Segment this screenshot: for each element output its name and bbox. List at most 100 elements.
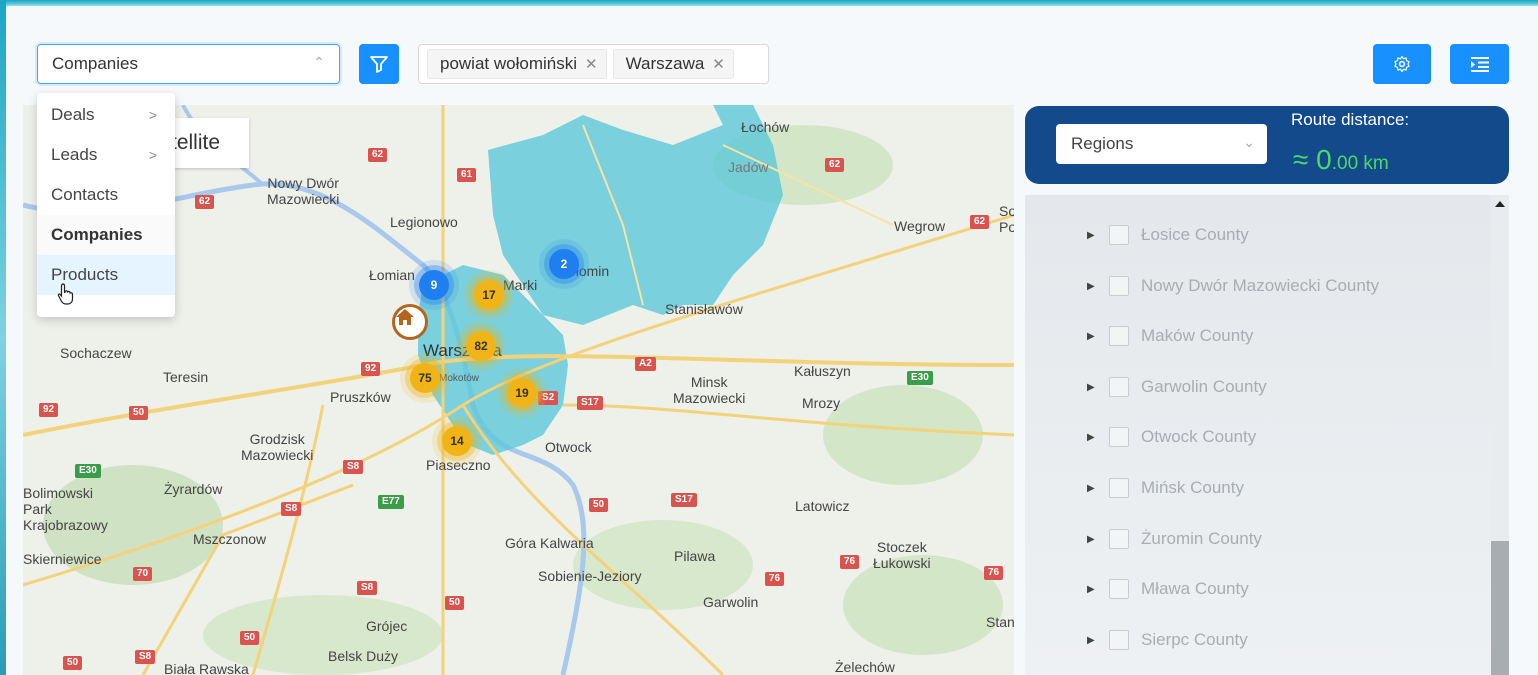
place-label: Nowy Dwór Mazowiecki <box>267 175 340 207</box>
tree-row[interactable]: ▶ Mińsk County <box>1025 473 1495 503</box>
place-label: Garwolin <box>703 594 759 610</box>
road-number-badge: S8 <box>343 460 364 474</box>
tree-row[interactable]: ▶ Łosice County <box>1025 220 1495 250</box>
filter-tag-label: Warszawa <box>625 54 705 73</box>
chevron-right-icon: > <box>148 147 157 163</box>
tree-row[interactable]: ▶ Żuromin County <box>1025 524 1495 554</box>
dropdown-item-label: Leads <box>51 145 98 164</box>
road-number-badge: 61 <box>457 168 477 182</box>
chevron-down-icon: ⌄ <box>1243 134 1255 150</box>
place-label: Pilawa <box>674 548 716 564</box>
expand-caret-icon[interactable]: ▶ <box>1087 432 1095 443</box>
place-label: Grodzisk Mazowiecki <box>241 431 314 463</box>
place-label: Sochaczew <box>60 345 132 361</box>
map-cluster-marker[interactable]: 9 <box>419 270 449 300</box>
map-cluster-marker[interactable]: 75 <box>410 363 440 393</box>
expand-caret-icon[interactable]: ▶ <box>1087 331 1095 342</box>
tree-row[interactable]: ▶ Maków County <box>1025 321 1495 351</box>
map-cluster-marker[interactable]: 2 <box>549 249 579 279</box>
tree-row[interactable]: ▶ Garwolin County <box>1025 372 1495 402</box>
settings-button[interactable] <box>1373 44 1431 84</box>
expand-caret-icon[interactable]: ▶ <box>1087 483 1095 494</box>
place-label: So Po <box>999 203 1014 235</box>
route-distance-title: Route distance: <box>1291 110 1410 129</box>
filter-tag-label: powiat wołomiński <box>440 54 577 73</box>
filter-tag: Warszawa ✕ <box>612 49 734 79</box>
place-label: Łochów <box>741 119 790 135</box>
gear-icon <box>1394 55 1410 73</box>
place-label: Łomian <box>369 267 415 283</box>
filter-tag: powiat wołomiński ✕ <box>427 49 607 79</box>
dropdown-item-contacts[interactable]: Contacts <box>37 175 175 215</box>
side-panel-toggle-button[interactable] <box>1450 44 1509 84</box>
tree-row[interactable]: ▶ Sierpc County <box>1025 625 1495 655</box>
cluster-count: 14 <box>450 434 464 448</box>
road-number-badge: 50 <box>240 631 260 645</box>
place-label: Mrozy <box>802 395 841 411</box>
road-number-badge: S8 <box>357 581 378 595</box>
route-distance-value: ≈ 0.00 km <box>1293 144 1389 176</box>
place-label: Pruszków <box>330 389 391 405</box>
expand-caret-icon[interactable]: ▶ <box>1087 584 1095 595</box>
dropdown-item-companies[interactable]: Companies <box>37 215 175 255</box>
place-label: Sobienie-Jeziory <box>538 568 642 584</box>
region-checkbox[interactable] <box>1109 630 1129 650</box>
filter-button[interactable] <box>359 44 399 84</box>
scroll-up-arrow-icon[interactable] <box>1495 201 1505 207</box>
remove-tag-icon[interactable]: ✕ <box>712 55 725 73</box>
road-number-badge: E30 <box>75 464 101 478</box>
dropdown-item-deals[interactable]: Deals > <box>37 95 175 135</box>
map-cluster-marker[interactable]: 82 <box>466 331 496 361</box>
scrollbar-thumb[interactable] <box>1491 541 1509 675</box>
tree-row[interactable]: ▶ Mława County <box>1025 574 1495 604</box>
region-checkbox[interactable] <box>1109 478 1129 498</box>
expand-caret-icon[interactable]: ▶ <box>1087 230 1095 241</box>
map-cluster-marker[interactable]: 14 <box>442 426 472 456</box>
region-checkbox[interactable] <box>1109 326 1129 346</box>
place-label: Otwock <box>545 439 592 455</box>
map-cluster-marker[interactable]: 17 <box>474 280 504 310</box>
regions-tree: ▶ Łosice County ▶ Nowy Dwór Mazowiecki C… <box>1025 195 1509 675</box>
hand-cursor-icon <box>57 283 74 305</box>
expand-caret-icon[interactable]: ▶ <box>1087 635 1095 646</box>
entity-type-select[interactable]: Companies ⌃ <box>37 44 340 84</box>
region-checkbox[interactable] <box>1109 427 1129 447</box>
place-label: Grójec <box>366 618 408 634</box>
home-location-marker[interactable] <box>392 304 428 340</box>
expand-caret-icon[interactable]: ▶ <box>1087 534 1095 545</box>
place-label: Piaseczno <box>426 457 491 473</box>
dropdown-item-label: Deals <box>51 105 95 124</box>
tree-row[interactable]: ▶ Nowy Dwór Mazowiecki County <box>1025 271 1495 301</box>
road-number-badge: 62 <box>195 195 215 209</box>
expand-caret-icon[interactable]: ▶ <box>1087 281 1095 292</box>
place-label: Kałuszyn <box>794 363 851 379</box>
regions-select[interactable]: Regions ⌄ <box>1056 124 1267 164</box>
region-checkbox[interactable] <box>1109 579 1129 599</box>
tree-row[interactable]: ▶ Otwock County <box>1025 422 1495 452</box>
cluster-count: 19 <box>515 386 529 400</box>
dropdown-item-label: Companies <box>51 225 143 244</box>
region-checkbox[interactable] <box>1109 529 1129 549</box>
filter-tags-input[interactable]: powiat wołomiński ✕ Warszawa ✕ <box>418 44 769 84</box>
region-checkbox[interactable] <box>1109 225 1129 245</box>
road-number-badge: 50 <box>589 498 609 512</box>
indent-menu-icon <box>1470 57 1489 72</box>
cluster-count: 82 <box>474 339 488 353</box>
road-number-badge: S2 <box>538 391 559 405</box>
road-number-badge: 76 <box>840 555 860 569</box>
region-checkbox[interactable] <box>1109 276 1129 296</box>
entity-type-select-value: Companies <box>52 54 138 73</box>
remove-tag-icon[interactable]: ✕ <box>585 55 598 73</box>
road-number-badge: 70 <box>133 567 153 581</box>
region-checkbox[interactable] <box>1109 377 1129 397</box>
dropdown-item-leads[interactable]: Leads > <box>37 135 175 175</box>
place-label: Stanisławów <box>665 301 743 317</box>
expand-caret-icon[interactable]: ▶ <box>1087 382 1095 393</box>
map-cluster-marker[interactable]: 19 <box>507 378 537 408</box>
place-label: Wegrow <box>894 218 946 234</box>
road-number-badge: S8 <box>135 650 156 664</box>
road-number-badge: E77 <box>378 495 404 509</box>
place-label: Biała Rawska <box>164 661 249 675</box>
place-label: Stan <box>986 614 1014 630</box>
region-label: Garwolin County <box>1141 377 1267 396</box>
